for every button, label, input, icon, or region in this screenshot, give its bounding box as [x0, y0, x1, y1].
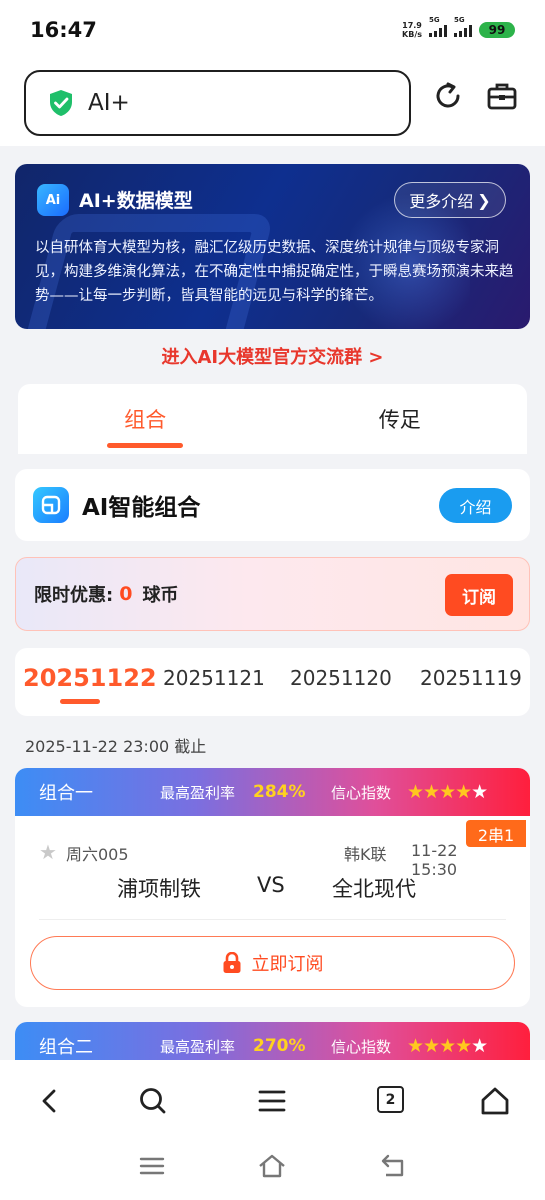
- confidence-stars: ★★★★★: [407, 1035, 488, 1057]
- away-team: 全北现代: [332, 877, 416, 901]
- ai-logo-icon: Ai: [37, 184, 69, 216]
- refresh-icon[interactable]: [432, 80, 464, 112]
- date-tab[interactable]: 20251120: [290, 666, 392, 690]
- search-icon[interactable]: [138, 1086, 168, 1116]
- tab-underline: [107, 443, 184, 448]
- subscribe-now-button[interactable]: 立即订阅: [30, 936, 515, 990]
- subscribe-button[interactable]: 订阅: [445, 574, 513, 616]
- deadline-text: 2025-11-22 23:00 截止: [25, 737, 207, 756]
- home-icon[interactable]: [480, 1086, 510, 1116]
- confidence-label: 信心指数: [331, 1037, 392, 1056]
- status-icons: 17.9 KB/s 5G 5G 99: [402, 16, 515, 39]
- rate-label: 最高盈利率: [160, 1037, 236, 1056]
- signal-icon: 5G: [454, 16, 472, 37]
- menu-icon[interactable]: [257, 1086, 287, 1116]
- shield-check-icon: [50, 90, 72, 116]
- promo-label: 限时优惠:: [34, 585, 114, 606]
- confidence-label: 信心指数: [331, 783, 392, 802]
- combo-header: 组合一 最高盈利率 284% 信心指数 ★★★★★: [15, 768, 530, 816]
- league-name: 韩K联: [344, 845, 387, 864]
- match-row: ★ 周六005 韩K联 11-22 15:30 2串1 浦项制铁 VS 全北现代: [39, 816, 526, 920]
- date-tab[interactable]: 20251122: [23, 664, 157, 692]
- vs-label: VS: [257, 873, 285, 897]
- join-group-link[interactable]: 进入AI大模型官方交流群 >: [0, 343, 545, 369]
- tab-chuanzu[interactable]: 传足: [273, 384, 528, 454]
- home-team: 浦项制铁: [117, 877, 201, 901]
- system-menu-icon[interactable]: [138, 1152, 166, 1180]
- rate-value: 270%: [253, 1036, 306, 1056]
- lock-icon: [223, 952, 240, 973]
- back-icon[interactable]: [35, 1086, 65, 1116]
- banner-title: AI+数据模型: [79, 190, 193, 212]
- combo-card: 组合一 最高盈利率 284% 信心指数 ★★★★★ ★ 周六005 韩K联 11…: [15, 768, 530, 1007]
- ai-model-banner: Ai AI+数据模型 更多介绍 ❯ 以自研体育大模型为核，融汇亿级历史数据、深度…: [15, 164, 530, 329]
- combo-name: 组合二: [39, 1037, 93, 1058]
- date-tab[interactable]: 20251121: [163, 666, 265, 690]
- more-intro-button[interactable]: 更多介绍 ❯: [394, 182, 506, 218]
- ai-combo-header: AI智能组合 介绍: [15, 469, 530, 541]
- promo-banner: 限时优惠: 0 球币 订阅: [15, 557, 530, 631]
- promo-unit: 球币: [142, 585, 179, 606]
- tab-combo[interactable]: 组合: [18, 384, 273, 454]
- system-back-icon[interactable]: [380, 1152, 408, 1180]
- confidence-stars: ★★★★★: [407, 781, 488, 803]
- clock: 16:47: [30, 18, 97, 42]
- promo-price: 0: [119, 583, 133, 605]
- rate-value: 284%: [253, 782, 306, 802]
- signal-icon: 5G: [429, 16, 447, 37]
- network-speed: 17.9 KB/s: [402, 21, 422, 39]
- date-selector: 20251122 20251121 20251120 20251119: [15, 648, 530, 716]
- favorite-star-icon[interactable]: ★: [39, 840, 57, 864]
- parlay-badge: 2串1: [466, 820, 526, 847]
- date-underline: [60, 699, 100, 704]
- intro-button[interactable]: 介绍: [439, 488, 512, 523]
- combo-app-icon: [33, 487, 69, 523]
- system-home-icon[interactable]: [258, 1152, 286, 1180]
- match-number: 周六005: [66, 845, 129, 864]
- banner-description: 以自研体育大模型为核，融汇亿级历史数据、深度统计规律与顶级专家洞见，构建多维演化…: [35, 240, 514, 304]
- address-text: AI+: [88, 90, 130, 116]
- status-bar: 16:47 17.9 KB/s 5G 5G 99: [0, 0, 545, 60]
- combo-name: 组合一: [39, 783, 93, 804]
- date-tab[interactable]: 20251119: [420, 666, 522, 690]
- chevron-right-icon: ❯: [477, 190, 491, 210]
- section-title: AI智能组合: [82, 495, 201, 521]
- address-bar[interactable]: AI+: [24, 70, 411, 136]
- main-tabs: 组合 传足: [18, 384, 527, 454]
- rate-label: 最高盈利率: [160, 783, 236, 802]
- battery-icon: 99: [479, 22, 515, 38]
- tabs-count-icon[interactable]: 2: [377, 1086, 404, 1113]
- toolbox-icon[interactable]: [486, 80, 518, 112]
